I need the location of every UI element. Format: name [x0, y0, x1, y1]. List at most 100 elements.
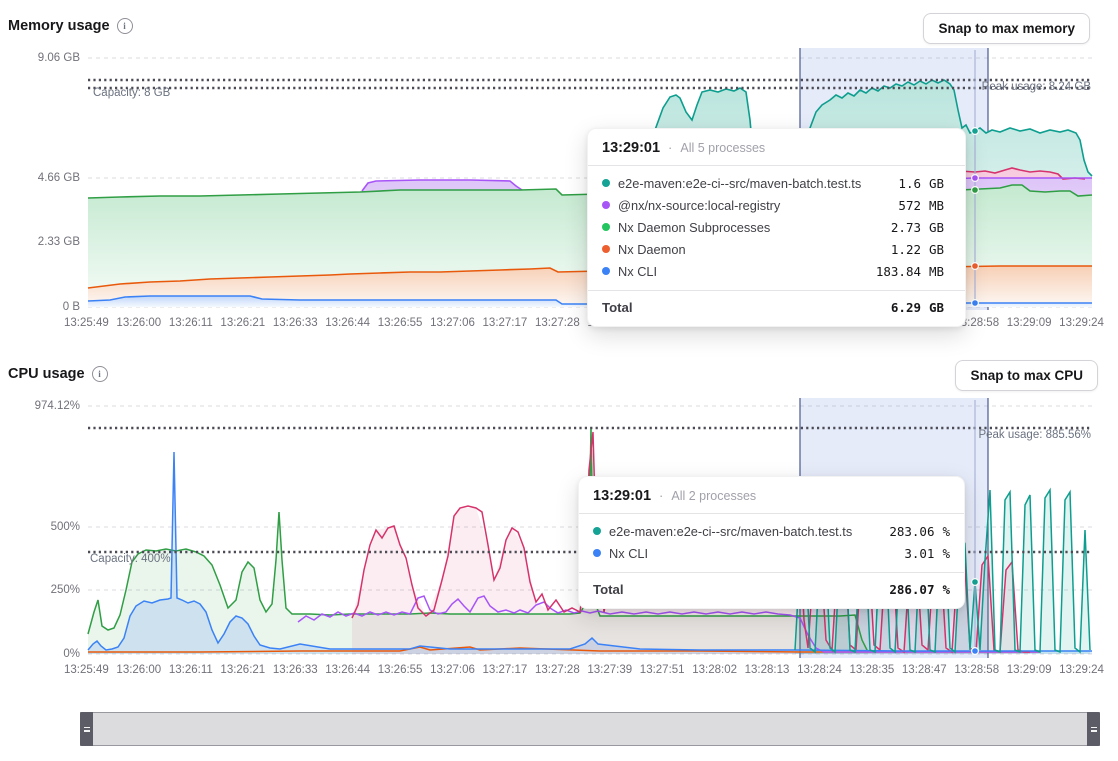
cpu-xtick: 13:27:17 — [483, 664, 528, 676]
total-value: 6.29 — [873, 300, 921, 315]
total-unit: GB — [929, 300, 951, 315]
tooltip-total-row: Total 6.29 GB — [588, 290, 965, 326]
series-dot-teal — [593, 527, 601, 535]
memory-xtick: 13:26:21 — [220, 317, 265, 329]
memory-section-title: Memory usage i — [8, 18, 133, 34]
charts-canvas — [0, 0, 1118, 761]
brush-handle-grip — [84, 727, 90, 729]
process-unit: GB — [929, 176, 951, 191]
memory-xtick: 13:27:17 — [483, 317, 528, 329]
tooltip-subtitle: All 5 processes — [680, 141, 765, 155]
process-value: 572 — [873, 198, 921, 213]
tooltip-time: 13:29:01 — [602, 140, 660, 156]
cpu-xtick: 13:29:24 — [1059, 664, 1104, 676]
process-unit: GB — [929, 242, 951, 257]
process-value: 1.22 — [873, 242, 921, 257]
memory-ytick-3: 0 B — [18, 300, 80, 314]
total-unit: % — [942, 582, 950, 597]
memory-xtick: 13:26:55 — [378, 317, 423, 329]
process-value: 3.01 — [886, 546, 934, 561]
tooltip-row: Nx CLI 183.84 MB — [602, 260, 951, 282]
cpu-xtick: 13:26:00 — [116, 664, 161, 676]
brush-handle-grip — [84, 730, 90, 732]
process-unit: MB — [929, 198, 951, 213]
cpu-title-text: CPU usage — [8, 366, 85, 382]
process-name: e2e-maven:e2e-ci--src/maven-batch.test.t… — [609, 524, 878, 539]
cpu-xtick: 13:28:47 — [902, 664, 947, 676]
memory-xtick: 13:26:44 — [325, 317, 370, 329]
cpu-xtick: 13:26:44 — [325, 664, 370, 676]
process-name: Nx Daemon Subprocesses — [618, 220, 865, 235]
total-label: Total — [602, 300, 865, 315]
profiler-app: Memory usage i Snap to max memory 9.06 G… — [0, 0, 1118, 761]
series-dot-blue — [593, 549, 601, 557]
total-value: 286.07 — [886, 582, 934, 597]
memory-ytick-2: 2.33 GB — [18, 235, 80, 249]
series-dot-orange — [602, 245, 610, 253]
cpu-xtick: 13:25:49 — [64, 664, 109, 676]
process-name: Nx CLI — [609, 546, 878, 561]
memory-xtick: 13:26:00 — [116, 317, 161, 329]
process-unit: % — [942, 546, 950, 561]
memory-tooltip: 13:29:01 · All 5 processes e2e-maven:e2e… — [587, 128, 966, 327]
cpu-xtick: 13:28:13 — [745, 664, 790, 676]
memory-title-text: Memory usage — [8, 18, 110, 34]
tooltip-separator: · — [659, 488, 663, 503]
process-name: e2e-maven:e2e-ci--src/maven-batch.test.t… — [618, 176, 865, 191]
memory-xtick: 13:27:06 — [430, 317, 475, 329]
cpu-ytick-3: 0% — [18, 647, 80, 661]
time-range-brush[interactable] — [80, 712, 1100, 746]
process-unit: MB — [929, 264, 951, 279]
brush-handle-right[interactable] — [1087, 712, 1100, 746]
memory-peak-label: Peak usage: 8.24 GB — [982, 80, 1091, 94]
memory-tooltip-header: 13:29:01 · All 5 processes — [588, 129, 965, 165]
total-label: Total — [593, 582, 878, 597]
cpu-section-title: CPU usage i — [8, 366, 108, 382]
tooltip-time: 13:29:01 — [593, 488, 651, 504]
tooltip-row: Nx Daemon Subprocesses 2.73 GB — [602, 216, 951, 238]
cpu-tooltip: 13:29:01 · All 2 processes e2e-maven:e2e… — [578, 476, 965, 609]
series-dot-green — [602, 223, 610, 231]
cpu-xtick: 13:26:11 — [169, 664, 213, 676]
memory-info-icon[interactable]: i — [117, 18, 133, 34]
cpu-tooltip-rows: e2e-maven:e2e-ci--src/maven-batch.test.t… — [579, 514, 964, 569]
snap-to-max-cpu-button[interactable]: Snap to max CPU — [955, 360, 1098, 391]
memory-xtick: 13:25:49 — [64, 317, 109, 329]
memory-ytick-1: 4.66 GB — [18, 171, 80, 185]
cpu-xtick: 13:27:39 — [587, 664, 632, 676]
cpu-info-icon[interactable]: i — [92, 366, 108, 382]
cpu-tooltip-header: 13:29:01 · All 2 processes — [579, 477, 964, 513]
brush-handle-grip — [1091, 730, 1097, 732]
brush-handle-left[interactable] — [80, 712, 93, 746]
memory-xtick: 13:26:11 — [169, 317, 213, 329]
snap-to-max-memory-button[interactable]: Snap to max memory — [923, 13, 1090, 44]
cpu-xtick: 13:28:24 — [797, 664, 842, 676]
memory-capacity-label: Capacity: 8 GB — [93, 86, 170, 100]
tooltip-row: e2e-maven:e2e-ci--src/maven-batch.test.t… — [593, 520, 950, 542]
cpu-xtick: 13:27:06 — [430, 664, 475, 676]
process-value: 1.6 — [873, 176, 921, 191]
process-unit: GB — [929, 220, 951, 235]
process-value: 2.73 — [873, 220, 921, 235]
memory-ytick-0: 9.06 GB — [18, 51, 80, 65]
tooltip-row: Nx CLI 3.01 % — [593, 542, 950, 564]
memory-xtick: 13:27:28 — [535, 317, 580, 329]
cpu-xtick: 13:27:28 — [535, 664, 580, 676]
series-dot-blue — [602, 267, 610, 275]
cpu-xtick: 13:29:09 — [1007, 664, 1052, 676]
process-value: 283.06 — [886, 524, 934, 539]
cpu-xtick: 13:28:02 — [692, 664, 737, 676]
process-name: Nx Daemon — [618, 242, 865, 257]
cpu-ytick-1: 500% — [18, 520, 80, 534]
series-dot-purple — [602, 201, 610, 209]
process-value: 183.84 — [873, 264, 921, 279]
cpu-peak-label: Peak usage: 885.56% — [978, 428, 1091, 442]
cpu-x-axis: 13:25:49 13:26:00 13:26:11 13:26:21 13:26:33… — [64, 664, 1104, 676]
process-unit: % — [942, 524, 950, 539]
memory-xtick: 13:29:24 — [1059, 317, 1104, 329]
process-name: @nx/nx-source:local-registry — [618, 198, 865, 213]
tooltip-separator: · — [668, 140, 672, 155]
cpu-xtick: 13:26:33 — [273, 664, 318, 676]
cpu-ytick-0: 974.12% — [18, 399, 80, 413]
cpu-xtick: 13:26:21 — [220, 664, 265, 676]
